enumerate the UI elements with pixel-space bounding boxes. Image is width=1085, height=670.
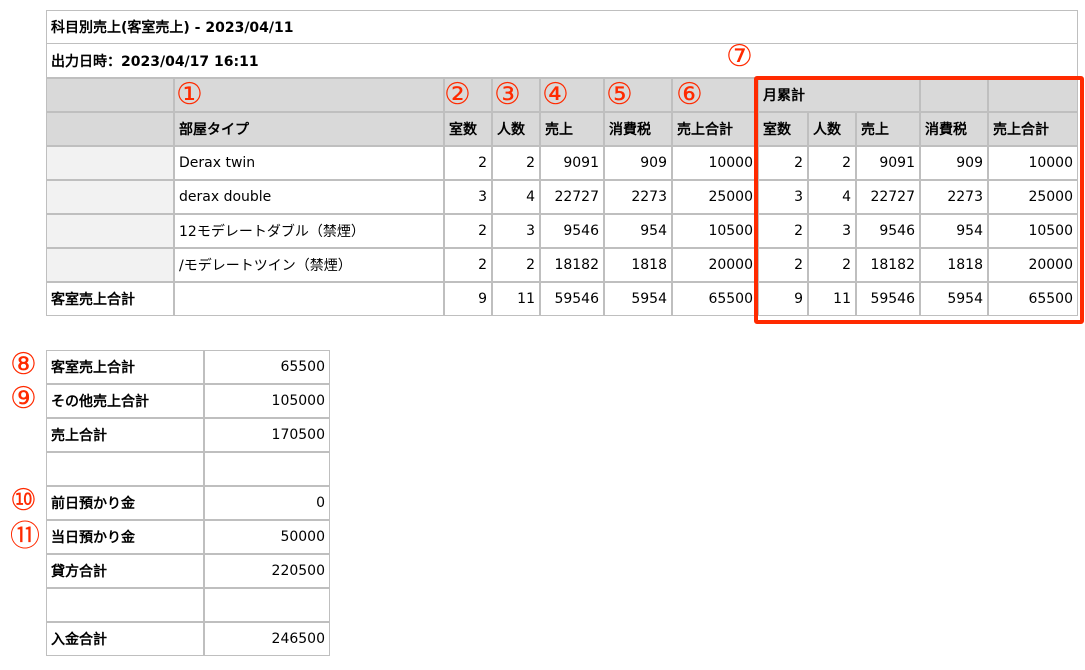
- output-datetime: 出力日時：2023/04/17 16:11: [46, 44, 1078, 78]
- col-header-people: 人数: [492, 112, 540, 146]
- marker-3: ③: [494, 77, 521, 112]
- table-cell-people: 2: [492, 248, 540, 282]
- marker-7: ⑦: [726, 39, 753, 74]
- table-cell-total: 20000: [672, 248, 758, 282]
- report-title: 科目別売上(客室売上) - 2023/04/11: [46, 10, 1078, 44]
- table-cell-sales: 22727: [540, 180, 604, 214]
- total-row-blank: [174, 282, 444, 316]
- summary-value: 0: [204, 486, 330, 520]
- marker-1: ①: [176, 77, 203, 112]
- marker-4: ④: [542, 77, 569, 112]
- table-cell-rooms: 2: [444, 214, 492, 248]
- table-cell-people: 3: [492, 214, 540, 248]
- summary-value: 220500: [204, 554, 330, 588]
- table-cell-type: Derax twin: [174, 146, 444, 180]
- table-cell-type: derax double: [174, 180, 444, 214]
- summary-label: その他売上合計: [46, 384, 204, 418]
- row-label-blank: [46, 146, 174, 180]
- summary-value: [204, 452, 330, 486]
- table-cell-tax: 954: [604, 214, 672, 248]
- summary-label: 売上合計: [46, 418, 204, 452]
- col-header-rooms: 室数: [444, 112, 492, 146]
- table-cell-tax: 909: [604, 146, 672, 180]
- table-cell-tax: 1818: [604, 248, 672, 282]
- marker-11: ⑪: [10, 519, 40, 554]
- table-cell-sales: 9546: [540, 214, 604, 248]
- table-cell-total: 25000: [672, 180, 758, 214]
- table-cell-people: 2: [492, 146, 540, 180]
- summary-label: [46, 452, 204, 486]
- summary-value: 105000: [204, 384, 330, 418]
- summary-label: 貸方合計: [46, 554, 204, 588]
- table-cell-total: 10000: [672, 146, 758, 180]
- table-cell-rooms: 2: [444, 248, 492, 282]
- marker-9: ⑨: [10, 381, 37, 416]
- table-cell-tax: 2273: [604, 180, 672, 214]
- total-cell-rooms: 9: [444, 282, 492, 316]
- row-label-blank: [46, 248, 174, 282]
- row-label-blank: [46, 180, 174, 214]
- summary-label: 客室売上合計: [46, 350, 204, 384]
- marker-6: ⑥: [676, 77, 703, 112]
- table-cell-sales: 18182: [540, 248, 604, 282]
- marker-2: ②: [444, 77, 471, 112]
- summary-value: 65500: [204, 350, 330, 384]
- col-header-sales: 売上: [540, 112, 604, 146]
- header-blank-left-2: [46, 112, 174, 146]
- col-header-total: 売上合計: [672, 112, 758, 146]
- header-row1-type: [174, 78, 444, 112]
- summary-value: 170500: [204, 418, 330, 452]
- marker-10: ⑩: [10, 483, 37, 518]
- col-header-room-type: 部屋タイプ: [174, 112, 444, 146]
- col-header-tax: 消費税: [604, 112, 672, 146]
- total-cell-people: 11: [492, 282, 540, 316]
- marker-5: ⑤: [606, 77, 633, 112]
- summary-value: [204, 588, 330, 622]
- row-label-blank: [46, 214, 174, 248]
- summary-label: 当日預かり金: [46, 520, 204, 554]
- summary-label: 前日預かり金: [46, 486, 204, 520]
- marker-8: ⑧: [10, 347, 37, 382]
- monthly-highlight-box: [754, 76, 1084, 324]
- summary-value: 246500: [204, 622, 330, 656]
- summary-label: [46, 588, 204, 622]
- table-cell-type: 12モデレートダブル（禁煙）: [174, 214, 444, 248]
- table-cell-total: 10500: [672, 214, 758, 248]
- table-cell-rooms: 3: [444, 180, 492, 214]
- header-blank-left: [46, 78, 174, 112]
- table-cell-people: 4: [492, 180, 540, 214]
- summary-value: 50000: [204, 520, 330, 554]
- table-cell-sales: 9091: [540, 146, 604, 180]
- table-cell-rooms: 2: [444, 146, 492, 180]
- total-cell-sales: 59546: [540, 282, 604, 316]
- summary-label: 入金合計: [46, 622, 204, 656]
- total-cell-total: 65500: [672, 282, 758, 316]
- table-cell-type: /モデレートツイン（禁煙）: [174, 248, 444, 282]
- total-cell-tax: 5954: [604, 282, 672, 316]
- total-row-label: 客室売上合計: [46, 282, 174, 316]
